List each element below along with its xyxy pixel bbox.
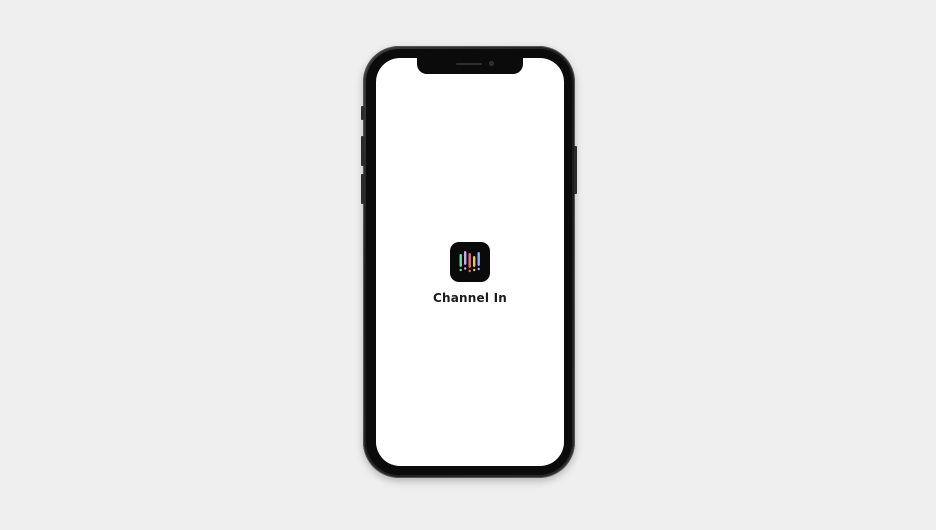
phone-screen: Channel In (376, 58, 564, 466)
silent-switch (361, 106, 364, 120)
front-camera-icon (489, 61, 494, 66)
app-name-label: Channel In (433, 291, 507, 305)
volume-up-button (361, 136, 364, 166)
channel-in-app-icon (450, 242, 490, 282)
volume-down-button (361, 174, 364, 204)
equalizer-bars-icon (459, 251, 480, 273)
presentation-stage: Channel In (0, 0, 936, 530)
power-button (574, 146, 577, 194)
earpiece-speaker (456, 63, 482, 65)
notch (417, 58, 523, 74)
